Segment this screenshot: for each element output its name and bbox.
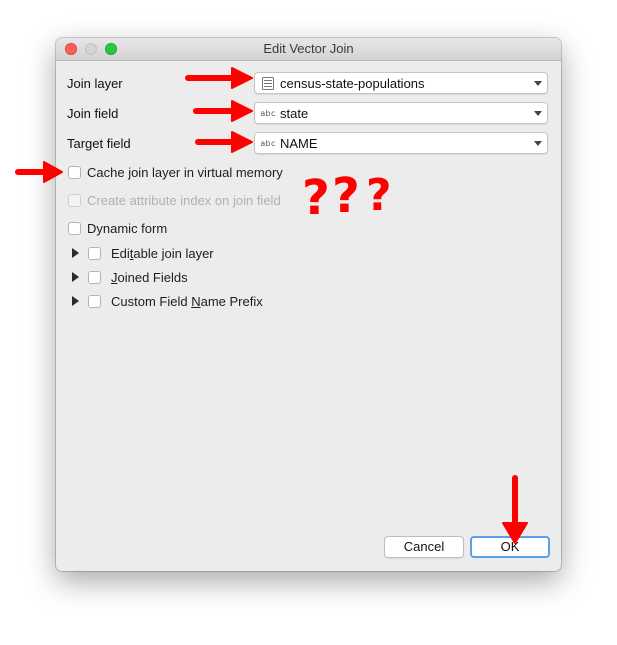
cache-join-layer-checkbox[interactable] <box>68 166 81 179</box>
dynamic-form-label[interactable]: Dynamic form <box>87 221 167 236</box>
title-bar: Edit Vector Join <box>56 38 561 61</box>
joined-fields-label[interactable]: Joined Fields <box>111 270 188 285</box>
layer-table-icon <box>258 76 278 90</box>
editable-join-layer-checkbox[interactable] <box>88 247 101 260</box>
target-field-combobox[interactable]: abc NAME <box>254 132 548 154</box>
edit-vector-join-dialog: Edit Vector Join Join layer census-state… <box>56 38 561 571</box>
string-field-icon: abc <box>260 138 276 148</box>
ok-button[interactable]: OK <box>470 536 550 558</box>
cancel-button[interactable]: Cancel <box>384 536 464 558</box>
custom-field-name-prefix-checkbox[interactable] <box>88 295 101 308</box>
expand-triangle-icon[interactable] <box>72 296 79 306</box>
dynamic-form-checkbox[interactable] <box>68 222 81 235</box>
cache-join-layer-label[interactable]: Cache join layer in virtual memory <box>87 165 283 180</box>
joined-fields-checkbox[interactable] <box>88 271 101 284</box>
zoom-window-button[interactable] <box>105 43 117 55</box>
custom-field-name-prefix-label[interactable]: Custom Field Name Prefix <box>111 294 263 309</box>
join-layer-value: census-state-populations <box>280 75 425 91</box>
join-layer-label: Join layer <box>67 76 123 91</box>
window-title: Edit Vector Join <box>263 41 354 56</box>
editable-join-layer-label[interactable]: Editable join layer <box>111 246 214 261</box>
join-layer-combobox[interactable]: census-state-populations <box>254 72 548 94</box>
expand-triangle-icon[interactable] <box>72 272 79 282</box>
chevron-down-icon <box>529 80 547 86</box>
attribute-index-label: Create attribute index on join field <box>87 193 281 208</box>
close-window-button[interactable] <box>65 43 77 55</box>
target-field-label: Target field <box>67 136 131 151</box>
attribute-index-checkbox <box>68 194 81 207</box>
join-field-value: state <box>280 105 309 121</box>
string-field-icon: abc <box>260 108 276 118</box>
chevron-down-icon <box>529 110 547 116</box>
chevron-down-icon <box>529 140 547 146</box>
minimize-window-button[interactable] <box>85 43 97 55</box>
target-field-value: NAME <box>280 135 318 151</box>
join-field-combobox[interactable]: abc state <box>254 102 548 124</box>
join-field-label: Join field <box>67 106 119 121</box>
expand-triangle-icon[interactable] <box>72 248 79 258</box>
